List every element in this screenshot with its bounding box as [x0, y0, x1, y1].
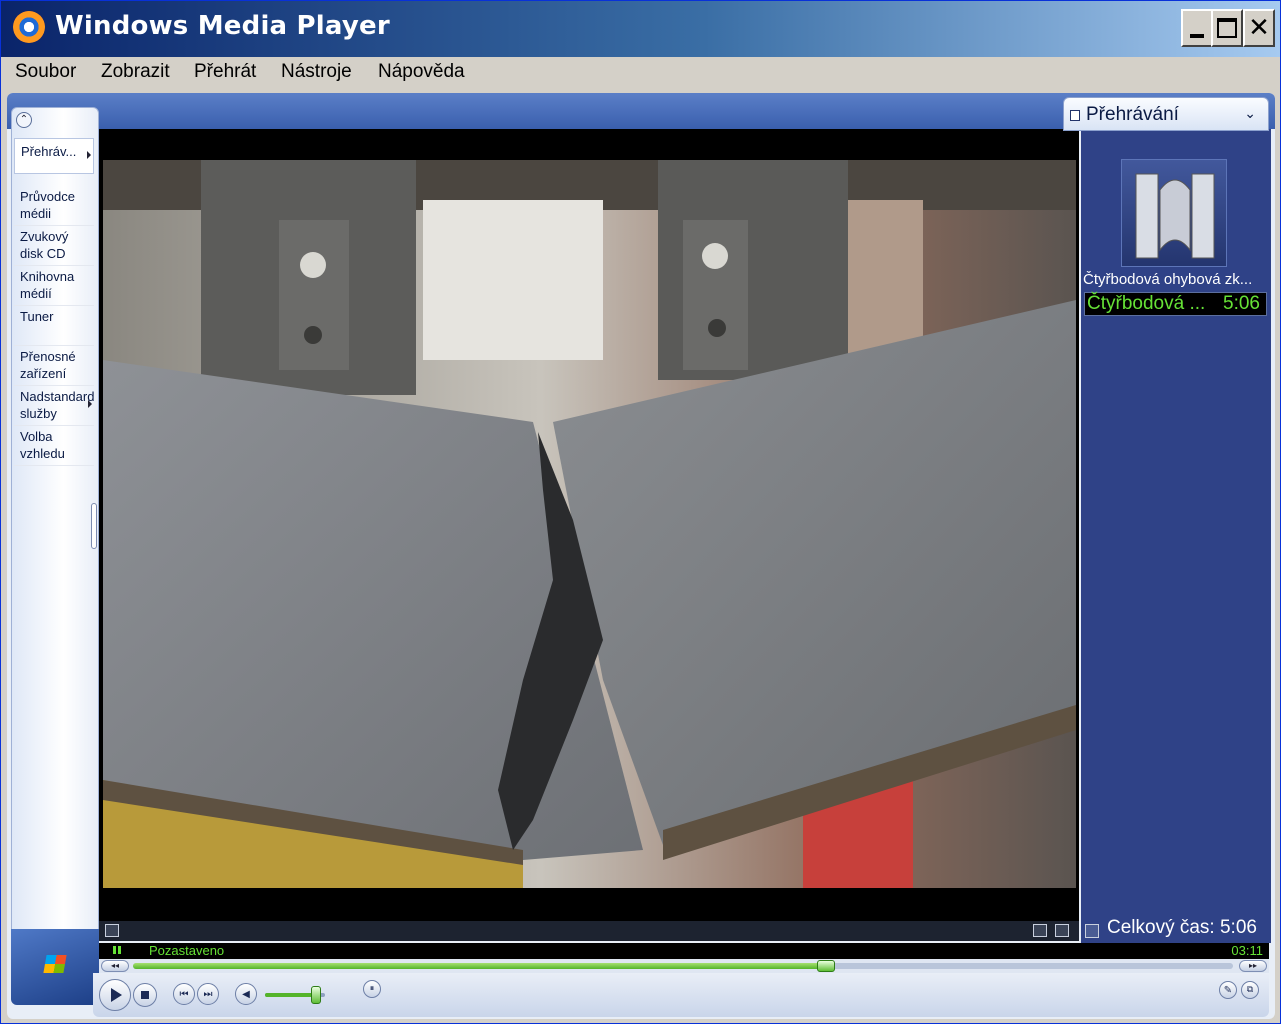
window-title: Windows Media Player [55, 11, 390, 41]
wmp-window: Windows Media Player ✕ Soubor Zobrazit P… [0, 0, 1281, 1024]
menu-bar: Soubor Zobrazit Přehrát Nástroje Nápověd… [1, 57, 1280, 89]
maximize-button[interactable] [1211, 9, 1243, 47]
menu-soubor[interactable]: Soubor [15, 61, 76, 83]
transport-controls: ⏮ ⏭ ◀ ⏸ ✎ ⧉ [93, 973, 1269, 1017]
taskbar-item-now-playing[interactable]: Přehráv... [14, 138, 94, 174]
scan-icon: ⏸ [369, 984, 375, 994]
menu-napoveda[interactable]: Nápověda [378, 61, 465, 83]
close-button[interactable]: ✕ [1243, 9, 1275, 47]
speaker-icon: ◀ [242, 988, 250, 1000]
taskbar-item-cd-audio[interactable]: Zvukový disk CD [14, 228, 94, 266]
show-menu-icon[interactable] [105, 924, 119, 937]
volume-level [265, 993, 316, 997]
chevron-right-icon [88, 400, 92, 408]
taskbar-item-label: Přehráv... [21, 144, 77, 159]
volume-thumb[interactable] [311, 986, 321, 1004]
play-icon [111, 988, 122, 1002]
taskbar-item-tuner[interactable]: Tuner [14, 308, 94, 346]
fast-forward-button[interactable]: ▸▸ [1239, 960, 1267, 972]
stop-icon [141, 991, 149, 999]
minimize-button[interactable] [1181, 9, 1213, 47]
play-button[interactable] [99, 979, 131, 1011]
video-bottom-bar [99, 921, 1079, 941]
fullscreen-icon[interactable] [1055, 924, 1069, 937]
playlist-row[interactable]: Čtyřbodová ... 5:06 [1084, 292, 1267, 316]
next-icon: ⏭ [203, 988, 213, 1000]
menu-nastroje[interactable]: Nástroje [281, 61, 352, 83]
taskbar-item-label: Volba vzhledu [20, 429, 65, 461]
seek-thumb[interactable] [817, 960, 835, 972]
scan-button[interactable]: ⏸ [363, 980, 381, 998]
status-bar: Pozastaveno 03:11 [99, 943, 1269, 959]
equalizer-button[interactable]: ✎ [1219, 981, 1237, 999]
chevron-right-icon [87, 151, 91, 159]
total-time-label: Celkový čas: 5:06 [1107, 917, 1257, 938]
film-strip-icon [1135, 173, 1215, 259]
windows-flag-icon [43, 955, 67, 973]
playlist-selector[interactable]: Přehrávání ⌄ [1063, 97, 1269, 131]
mini-mode-icon: ⧉ [1246, 985, 1254, 995]
seek-slider[interactable] [133, 960, 1233, 972]
taskbar-item-label: Nadstandardní služby [20, 389, 94, 421]
seek-progress [133, 963, 826, 969]
playlist-row-duration: 5:06 [1223, 293, 1260, 314]
taskbar-item-library[interactable]: Knihovna médií [14, 268, 94, 306]
close-icon: ✕ [1248, 13, 1270, 43]
media-player-icon [13, 11, 45, 43]
menu-zobrazit[interactable]: Zobrazit [101, 61, 170, 83]
volume-slider[interactable] [265, 986, 325, 1004]
taskbar-item-label: Průvodce médii [20, 189, 75, 221]
status-text: Pozastaveno [149, 943, 225, 958]
taskbar-item-label: Přenosné zařízení [20, 349, 76, 381]
taskbar-item-label: Knihovna médií [20, 269, 75, 301]
playlist-row-title: Čtyřbodová ... [1087, 293, 1206, 314]
chevron-down-icon: ⌄ [1244, 106, 1256, 122]
rewind-button[interactable]: ◂◂ [101, 960, 129, 972]
features-taskbar: ⌃ Přehráv... Průvodce médii Zvukový disk… [11, 107, 99, 957]
previous-button[interactable]: ⏮ [173, 983, 195, 1005]
shuffle-icon[interactable] [1033, 924, 1047, 937]
taskbar-splitter-handle[interactable] [91, 503, 97, 549]
playlist-footer: Celkový čas: 5:06 [1081, 917, 1271, 943]
video-frame[interactable] [103, 160, 1076, 888]
pause-indicator-icon [113, 946, 121, 954]
taskbar-item-skin-chooser[interactable]: Volba vzhledu [14, 428, 94, 466]
mute-button[interactable]: ◀ [235, 983, 257, 1005]
playlist-icon [1070, 110, 1080, 121]
pen-icon: ✎ [1223, 984, 1233, 996]
playlist-header-label: Přehrávání [1086, 104, 1179, 125]
video-thumbnail [1121, 159, 1227, 267]
menu-prehrat[interactable]: Přehrát [194, 61, 256, 83]
windows-logo-panel [11, 929, 99, 1005]
hide-taskbar-button[interactable]: ⌃ [16, 112, 32, 128]
elapsed-time: 03:11 [1231, 943, 1263, 958]
taskbar-item-portable-device[interactable]: Přenosné zařízení [14, 348, 94, 386]
now-playing-title: Čtyřbodová ohybová zk... [1083, 271, 1253, 288]
taskbar-item-label: Tuner [20, 309, 54, 324]
mini-mode-button[interactable]: ⧉ [1241, 981, 1259, 999]
taskbar-item-premium-services[interactable]: Nadstandardní služby [14, 388, 94, 426]
seek-bar: ◂◂ ▸▸ [99, 959, 1269, 973]
minimize-icon [1190, 34, 1204, 38]
video-still-image [103, 160, 1076, 888]
stop-button[interactable] [133, 983, 157, 1007]
maximize-icon [1217, 18, 1237, 38]
title-bar[interactable]: Windows Media Player ✕ [1, 1, 1280, 57]
next-button[interactable]: ⏭ [197, 983, 219, 1005]
playlist-options-icon[interactable] [1085, 924, 1099, 938]
taskbar-item-media-guide[interactable]: Průvodce médii [14, 188, 94, 226]
previous-icon: ⏮ [179, 988, 189, 1000]
taskbar-item-label: Zvukový disk CD [20, 229, 69, 261]
